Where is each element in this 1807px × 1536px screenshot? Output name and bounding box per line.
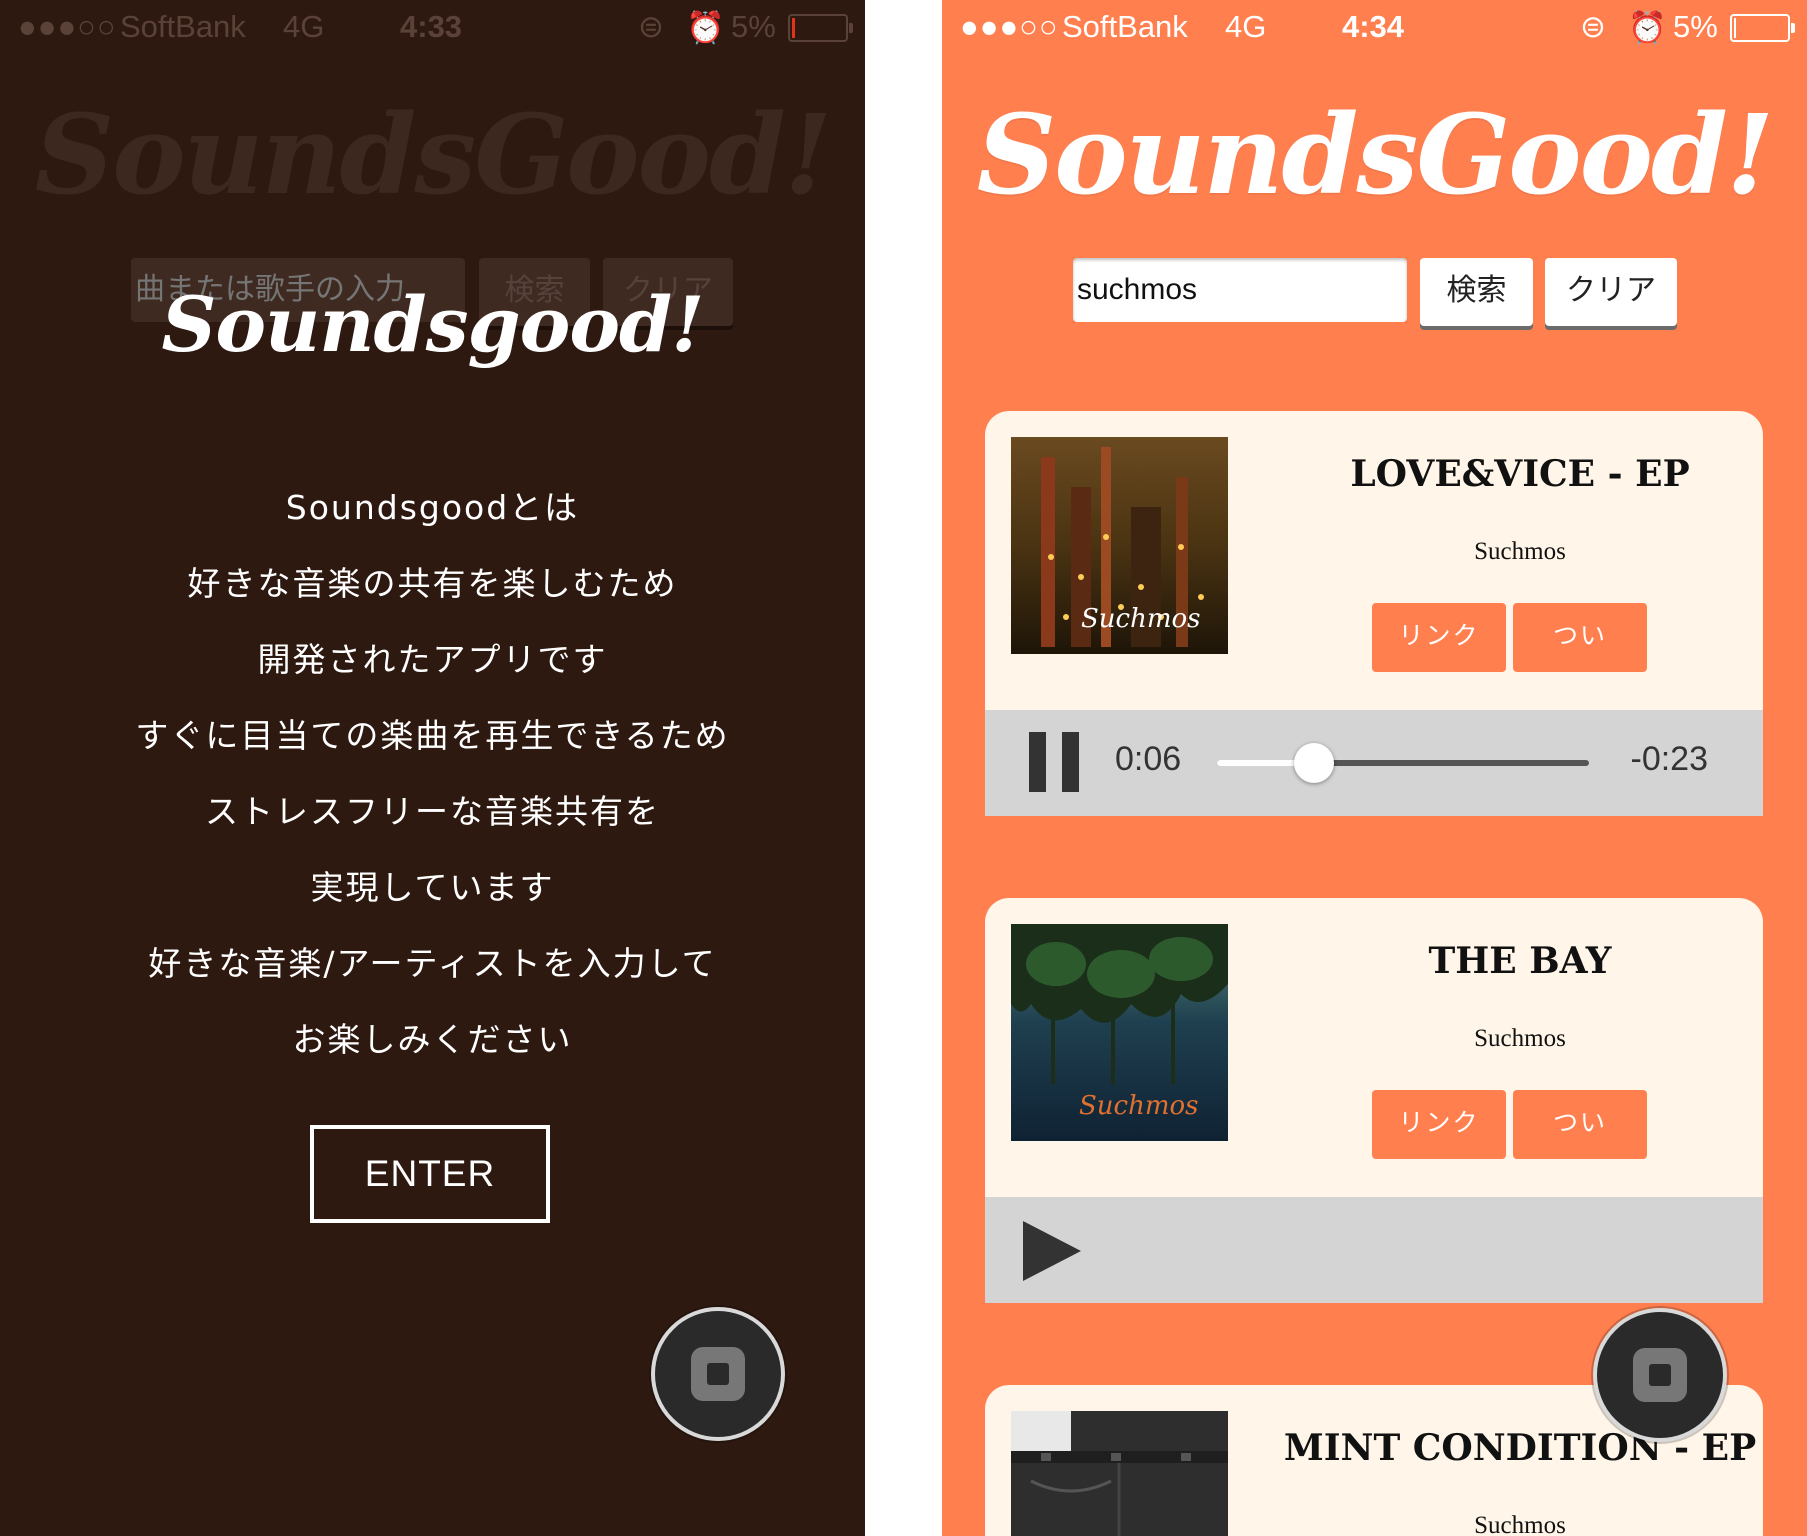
status-bar: ●●●○○ SoftBank 4G 4:33 ⊜ ⏰ 5% xyxy=(0,0,865,56)
result-card: Suchmos THE BAY Suchmos リンク つい xyxy=(985,898,1763,1303)
intro-line: Soundsgoodとは xyxy=(285,488,580,527)
album-art-label: Suchmos xyxy=(1081,604,1201,634)
remaining-time: -0:23 xyxy=(1630,740,1709,778)
assistive-touch-icon xyxy=(1633,1348,1687,1402)
intro-line: 好きな音楽の共有を楽しむため xyxy=(187,564,678,603)
seek-bar[interactable] xyxy=(1217,743,1589,783)
search-button[interactable]: 検索 xyxy=(1420,258,1533,326)
app-logo: SoundsGood! xyxy=(34,90,832,219)
status-time: 4:33 xyxy=(400,9,463,44)
results-screen: ●●●○○ SoftBank 4G 4:34 ⊜ ⏰ 5% SoundsGood… xyxy=(942,0,1807,1536)
assistive-touch-button[interactable] xyxy=(1593,1308,1727,1442)
current-time: 0:06 xyxy=(1115,740,1182,778)
signal-strength: ●●●○○ xyxy=(18,9,117,44)
album-art: Suchmos xyxy=(1011,924,1228,1141)
battery-percent: 5% xyxy=(1673,9,1718,44)
intro-line: お楽しみください xyxy=(292,1020,573,1059)
pause-icon[interactable] xyxy=(1029,732,1079,792)
intro-line: すぐに目当ての楽曲を再生できるため xyxy=(135,716,730,755)
alarm-icon: ⏰ xyxy=(1628,10,1667,45)
battery-icon xyxy=(1730,14,1795,42)
intro-description: Soundsgoodとは 好きな音楽の共有を楽しむため 開発されたアプリです す… xyxy=(0,470,865,1078)
carrier-name: SoftBank xyxy=(120,9,246,44)
intro-screen: ●●●○○ SoftBank 4G 4:33 ⊜ ⏰ 5% SoundsGood… xyxy=(0,0,865,1536)
album-art: Suchmos xyxy=(1011,437,1228,654)
album-artist: Suchmos xyxy=(1474,1025,1566,1052)
intro-line: 好きな音楽/アーティストを入力して xyxy=(148,944,717,983)
result-card: Suchmos LOVE&VICE - EP Suchmos リンク つい 0:… xyxy=(985,411,1763,816)
network-type: 4G xyxy=(283,9,325,44)
rotation-lock-icon: ⊜ xyxy=(638,9,664,44)
network-type: 4G xyxy=(1225,9,1267,44)
tweet-button[interactable]: つい xyxy=(1513,603,1647,672)
enter-button[interactable]: ENTER xyxy=(310,1125,550,1223)
play-icon[interactable] xyxy=(1023,1221,1081,1281)
rotation-lock-icon: ⊜ xyxy=(1580,9,1606,44)
assistive-touch-icon xyxy=(691,1347,745,1401)
link-button[interactable]: リンク xyxy=(1372,603,1506,672)
intro-line: 実現しています xyxy=(310,868,555,907)
app-logo: SoundsGood! xyxy=(976,90,1774,219)
search-input[interactable] xyxy=(1073,258,1407,322)
alarm-icon: ⏰ xyxy=(686,10,725,45)
album-art-label: Suchmos xyxy=(1079,1091,1199,1121)
audio-player xyxy=(985,1197,1763,1303)
album-art xyxy=(1011,1411,1228,1536)
clear-button[interactable]: クリア xyxy=(1545,258,1677,326)
battery-percent: 5% xyxy=(731,9,776,44)
status-bar: ●●●○○ SoftBank 4G 4:34 ⊜ ⏰ 5% xyxy=(942,0,1807,56)
intro-line: ストレスフリーな音楽共有を xyxy=(205,792,660,831)
album-title: LOVE&VICE - EP xyxy=(1350,453,1690,495)
link-button[interactable]: リンク xyxy=(1372,1090,1506,1159)
album-title: THE BAY xyxy=(1428,940,1612,982)
tweet-button[interactable]: つい xyxy=(1513,1090,1647,1159)
album-artist: Suchmos xyxy=(1474,538,1566,565)
album-artist: Suchmos xyxy=(1474,1512,1566,1536)
audio-player: 0:06 -0:23 xyxy=(985,710,1763,816)
search-bar: 検索 クリア xyxy=(942,258,1807,328)
intro-line: 開発されたアプリです xyxy=(257,640,608,679)
seek-thumb[interactable] xyxy=(1293,743,1334,783)
signal-strength: ●●●○○ xyxy=(960,9,1059,44)
intro-title: Soundsgood! xyxy=(161,280,704,369)
status-time: 4:34 xyxy=(1342,9,1405,44)
battery-icon xyxy=(788,14,853,42)
assistive-touch-button[interactable] xyxy=(651,1307,785,1441)
carrier-name: SoftBank xyxy=(1062,9,1188,44)
